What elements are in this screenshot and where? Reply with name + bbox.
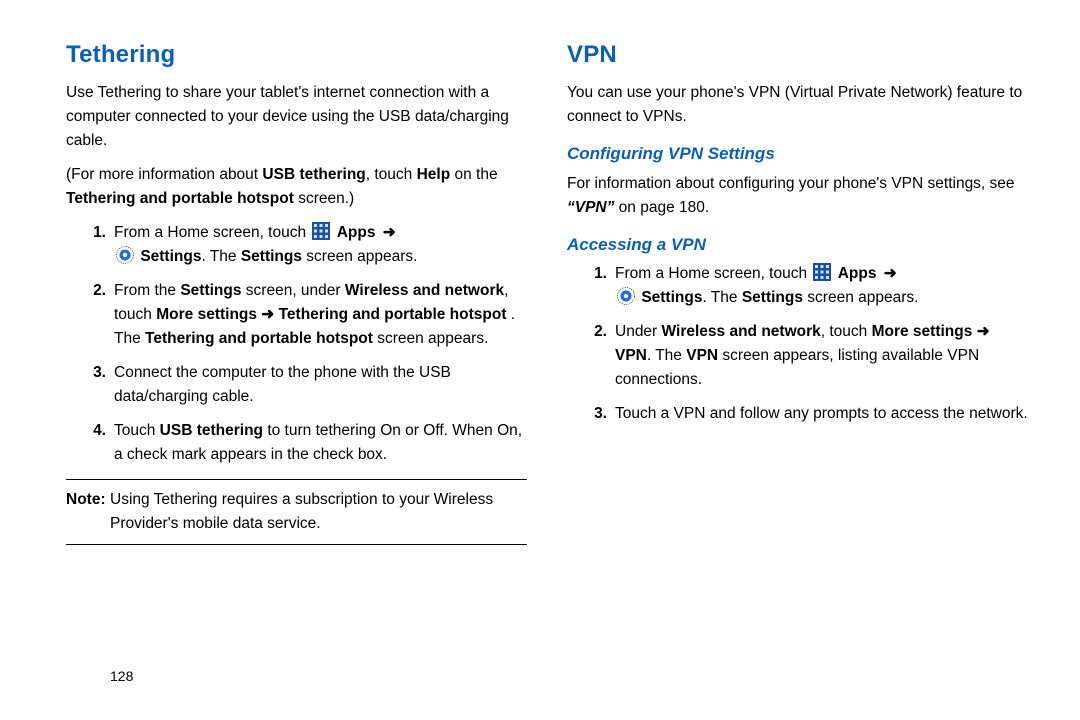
tethering-step-1: 1. From a Home screen, touch Apps ➜ Sett…: [66, 221, 527, 269]
configuring-vpn-heading: Configuring VPN Settings: [567, 141, 1028, 167]
tethering-step-4: 4. Touch USB tethering to turn tethering…: [66, 419, 527, 467]
note-text: Using Tethering requires a subscription …: [110, 488, 527, 536]
vpn-step-1: 1. From a Home screen, touch Apps ➜ Sett…: [567, 262, 1028, 310]
tethering-step-2: 2. From the Settings screen, under Wirel…: [66, 279, 527, 351]
tethering-steps: 1. From a Home screen, touch Apps ➜ Sett…: [66, 221, 527, 467]
right-column: VPN You can use your phone's VPN (Virtua…: [567, 36, 1028, 700]
configuring-vpn-text: For information about configuring your p…: [567, 172, 1028, 220]
vpn-step-3: 3. Touch a VPN and follow any prompts to…: [567, 402, 1028, 426]
vpn-step-2: 2. Under Wireless and network, touch Mor…: [567, 320, 1028, 392]
page-number: 128: [110, 668, 133, 684]
vpn-heading: VPN: [567, 36, 1028, 73]
tethering-more-info: (For more information about USB tetherin…: [66, 163, 527, 211]
settings-icon: [617, 287, 635, 305]
note-label: Note:: [66, 488, 110, 536]
tethering-step-3: 3. Connect the computer to the phone wit…: [66, 361, 527, 409]
tethering-note: Note: Using Tethering requires a subscri…: [66, 479, 527, 545]
left-column: Tethering Use Tethering to share your ta…: [66, 36, 527, 700]
vpn-intro: You can use your phone's VPN (Virtual Pr…: [567, 81, 1028, 129]
apps-icon: [813, 263, 831, 281]
accessing-vpn-heading: Accessing a VPN: [567, 232, 1028, 258]
settings-icon: [116, 246, 134, 264]
accessing-vpn-steps: 1. From a Home screen, touch Apps ➜ Sett…: [567, 262, 1028, 426]
apps-icon: [312, 222, 330, 240]
tethering-intro: Use Tethering to share your tablet's int…: [66, 81, 527, 153]
tethering-heading: Tethering: [66, 36, 527, 73]
